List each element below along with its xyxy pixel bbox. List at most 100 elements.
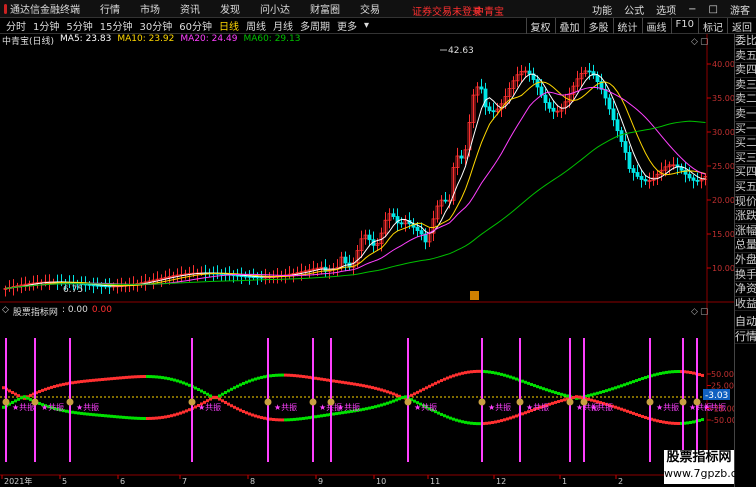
rp-change[interactable]: 涨跌	[735, 209, 756, 224]
indicator-upper-bar	[200, 389, 203, 393]
indicator-upper-bar	[263, 375, 266, 379]
indicator-upper-bar	[59, 383, 62, 387]
indicator-upper-bar	[428, 384, 431, 388]
candle-body	[343, 256, 348, 264]
rp-sell2[interactable]: 卖二	[735, 92, 756, 107]
indicator-upper-bar	[338, 380, 341, 384]
indicator-upper-bar	[179, 380, 182, 384]
indicator-upper-bar	[545, 388, 548, 392]
indicator-lower-bar	[551, 401, 554, 405]
ind-menu-icon[interactable]: ▢	[700, 307, 709, 317]
low-price-label: 6.75	[63, 285, 83, 295]
rp-buy2[interactable]: 买二	[735, 136, 756, 151]
indicator-upper-bar	[671, 370, 674, 374]
indicator-upper-bar	[599, 390, 602, 394]
rp-sell4[interactable]: 卖四	[735, 63, 756, 78]
signal-coin-icon	[264, 398, 272, 406]
rp-change-pct[interactable]: 涨幅	[735, 224, 756, 239]
indicator-lower-bar	[20, 396, 23, 400]
indicator-collapse-icon[interactable]: ◇	[2, 305, 9, 317]
indicator-upper-bar	[323, 378, 326, 382]
ind-settings-icon[interactable]: ◇	[691, 307, 698, 317]
rp-buy4[interactable]: 买四	[735, 165, 756, 180]
indicator-lower-bar	[104, 414, 107, 418]
indicator-upper-bar	[638, 378, 641, 382]
indicator-lower-bar	[374, 405, 377, 409]
rp-buy3[interactable]: 买三	[735, 151, 756, 166]
indicator-upper-bar	[590, 393, 593, 397]
candle-body	[419, 230, 424, 235]
indicator-upper-bar	[557, 391, 560, 395]
indicator-upper-bar	[536, 385, 539, 389]
candle-body	[607, 97, 612, 110]
indicator-upper-bar	[353, 382, 356, 386]
rp-turnover[interactable]: 换手	[735, 268, 756, 283]
kline-chart	[3, 63, 707, 297]
rp-buy5[interactable]: 买五	[735, 180, 756, 195]
indicator-lower-bar	[230, 404, 233, 408]
rp-sell5[interactable]: 卖五	[735, 49, 756, 64]
indicator-lower-bar	[71, 410, 74, 414]
indicator-lower-bar	[617, 406, 620, 410]
candle-body	[687, 173, 692, 179]
indicator-upper-bar	[410, 393, 413, 397]
rp-outer[interactable]: 外盘	[735, 253, 756, 268]
signal-coin-icon	[327, 398, 335, 406]
indicator-lower-bar	[467, 421, 470, 425]
rp-quote[interactable]: 行情	[735, 330, 756, 345]
indicator-upper-bar	[425, 386, 428, 390]
indicator-upper-bar	[278, 373, 281, 377]
rp-weibi[interactable]: 委比	[735, 34, 756, 49]
indicator-lower-bar	[296, 417, 299, 421]
indicator-upper-bar	[440, 379, 443, 383]
indicator-upper-bar	[389, 391, 392, 395]
rp-netasset[interactable]: 净资	[735, 282, 756, 297]
rp-buy1[interactable]: 买一	[735, 122, 756, 137]
indicator-lower-bar	[128, 416, 131, 420]
candle-body	[635, 172, 640, 177]
rp-auto[interactable]: 自动	[735, 315, 756, 330]
rp-sell1[interactable]: 卖一	[735, 107, 756, 122]
indicator-lower-bar	[398, 397, 401, 401]
rp-volume[interactable]: 总量	[735, 238, 756, 253]
indicator-lower-bar	[326, 413, 329, 417]
settings-icon[interactable]: ◇	[691, 37, 698, 47]
indicator-upper-bar	[77, 380, 80, 384]
indicator-lower-bar	[26, 396, 29, 400]
indicator-upper-bar	[221, 392, 224, 396]
indicator-upper-bar	[521, 379, 524, 383]
indicator-upper-bar	[566, 394, 569, 398]
indicator-lower-bar	[236, 407, 239, 411]
indicator-upper-bar	[503, 373, 506, 377]
signal-coin-icon	[31, 398, 39, 406]
indicator-upper-bar	[326, 378, 329, 382]
indicator-lower-bar	[365, 407, 368, 411]
indicator-upper-bar	[359, 383, 362, 387]
indicator-lower-bar	[173, 413, 176, 417]
indicator-upper-bar	[701, 373, 704, 377]
indicator-lower-bar	[314, 415, 317, 419]
rp-price[interactable]: 现价	[735, 195, 756, 210]
indicator-lower-bar	[98, 413, 101, 417]
indicator-name[interactable]: 股票指标网	[13, 305, 58, 318]
indicator-upper-bar	[83, 379, 86, 383]
indicator-upper-bar	[161, 376, 164, 380]
indicator-lower-bar	[302, 416, 305, 420]
indicator-upper-bar	[542, 387, 545, 391]
indicator-lower-bar	[692, 420, 695, 424]
rp-sell3[interactable]: 卖三	[735, 78, 756, 93]
chart-canvas[interactable]: 40.0035.0030.0025.0020.0015.0010.00 ★共振 ★…	[0, 0, 734, 487]
indicator-upper-bar	[527, 381, 530, 385]
indicator-upper-bar	[107, 377, 110, 381]
indicator-upper-bar	[248, 379, 251, 383]
price-tick-label: 25.00	[712, 162, 734, 171]
indicator-lower-bar	[491, 421, 494, 425]
chart-menu-icon[interactable]: ▢	[700, 37, 709, 47]
indicator-lower-bar	[515, 414, 518, 418]
rp-eps[interactable]: 收益	[735, 297, 756, 312]
indicator-lower-bar	[368, 406, 371, 410]
candle-body	[691, 177, 696, 181]
indicator-lower-bar	[224, 400, 227, 404]
indicator-lower-bar	[332, 412, 335, 416]
indicator-lower-bar	[167, 414, 170, 418]
